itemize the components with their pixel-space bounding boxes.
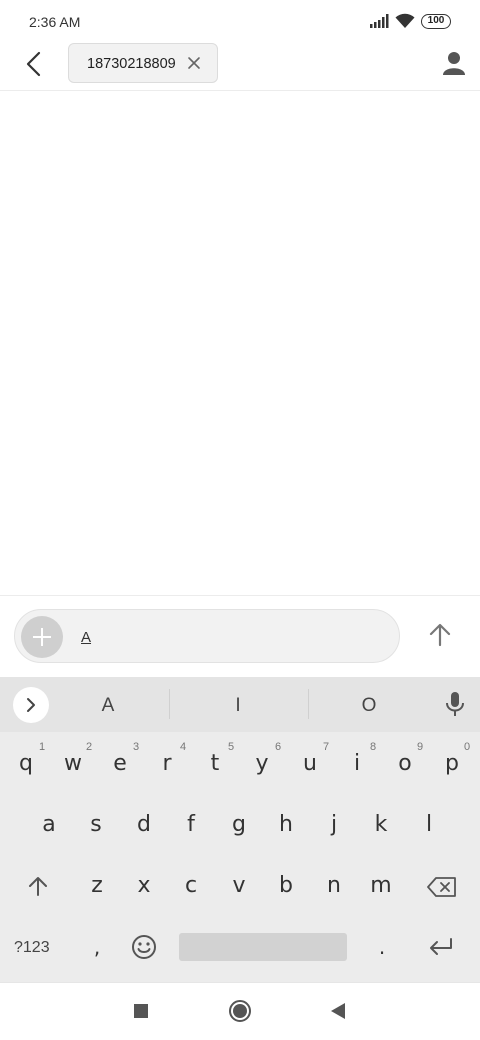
symbols-key[interactable]: ?123 — [14, 939, 50, 957]
recents-square-icon[interactable] — [134, 1004, 148, 1018]
key-f[interactable]: f — [173, 812, 209, 837]
shift-arrow-icon[interactable] — [27, 875, 49, 897]
suggestion-2[interactable]: I — [208, 695, 268, 717]
key-period[interactable]: . — [364, 935, 400, 959]
suggestion-divider — [308, 689, 309, 719]
key-q[interactable]: q — [8, 751, 44, 776]
key-a[interactable]: a — [31, 812, 67, 837]
key-o[interactable]: o — [387, 751, 423, 776]
space-bar[interactable] — [179, 933, 347, 961]
key-r[interactable]: r — [149, 751, 185, 776]
key-t[interactable]: t — [197, 751, 233, 776]
key-comma[interactable]: , — [79, 935, 115, 959]
contact-person-icon[interactable] — [442, 51, 466, 75]
chevron-right-icon — [22, 696, 40, 719]
key-k[interactable]: k — [363, 812, 399, 837]
key-v[interactable]: v — [221, 873, 257, 898]
suggestion-1[interactable]: A — [78, 695, 138, 717]
back-triangle-icon[interactable] — [331, 1003, 345, 1019]
key-p[interactable]: p — [434, 751, 470, 776]
key-c[interactable]: c — [173, 873, 209, 898]
suggestion-divider — [169, 689, 170, 719]
compose-divider — [0, 595, 480, 596]
backspace-icon[interactable] — [427, 877, 457, 897]
key-n[interactable]: n — [316, 873, 352, 898]
key-g[interactable]: g — [221, 812, 257, 837]
key-i[interactable]: i — [339, 751, 375, 776]
signal-icon — [370, 14, 389, 28]
key-j[interactable]: j — [316, 812, 352, 837]
header-divider — [0, 90, 480, 91]
key-e[interactable]: e — [102, 751, 138, 776]
key-h[interactable]: h — [268, 812, 304, 837]
message-input[interactable]: A — [14, 609, 400, 663]
wifi-icon — [395, 13, 415, 28]
suggestion-bar: A I O — [0, 677, 480, 732]
enter-icon[interactable] — [428, 937, 454, 957]
battery-icon: 100 — [421, 14, 451, 29]
home-circle-icon[interactable] — [229, 1000, 251, 1022]
key-u[interactable]: u — [292, 751, 328, 776]
suggestion-3[interactable]: O — [339, 695, 399, 717]
key-s[interactable]: s — [78, 812, 114, 837]
key-b[interactable]: b — [268, 873, 304, 898]
key-d[interactable]: d — [126, 812, 162, 837]
expand-toolbar-button[interactable] — [13, 687, 49, 723]
recipient-number: 18730218809 — [87, 56, 176, 72]
status-time: 2:36 AM — [29, 14, 81, 30]
message-text: A — [81, 629, 92, 646]
add-attachment-icon[interactable] — [21, 616, 63, 658]
send-arrow-icon[interactable] — [427, 622, 453, 648]
recipient-chip[interactable]: 18730218809 — [68, 43, 218, 83]
key-z[interactable]: z — [79, 873, 115, 898]
key-w[interactable]: w — [55, 751, 91, 776]
battery-level: 100 — [427, 15, 445, 26]
keyboard: A I O 1 2 3 4 5 6 7 8 9 0 q w e r t y u … — [0, 677, 480, 982]
status-bar: 2:36 AM 100 — [0, 0, 480, 42]
key-l[interactable]: l — [411, 812, 447, 837]
key-m[interactable]: m — [363, 873, 399, 898]
back-arrow-icon[interactable] — [20, 50, 48, 78]
key-y[interactable]: y — [244, 751, 280, 776]
emoji-icon[interactable] — [131, 934, 157, 960]
remove-recipient-icon[interactable] — [186, 55, 202, 71]
key-x[interactable]: x — [126, 873, 162, 898]
microphone-icon[interactable] — [444, 691, 466, 717]
